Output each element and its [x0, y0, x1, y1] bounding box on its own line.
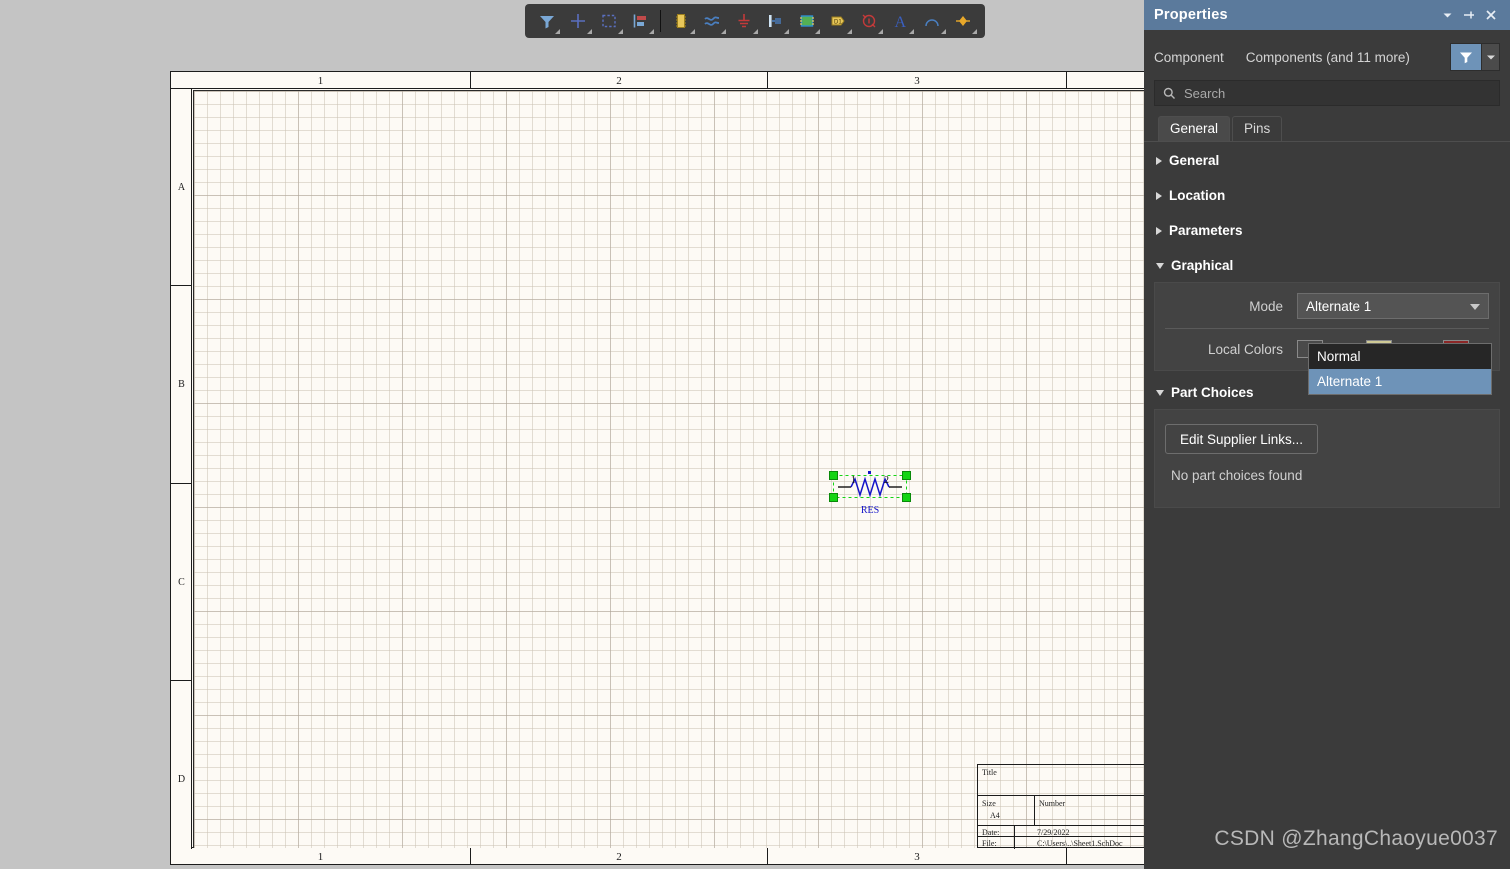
tab-general[interactable]: General — [1158, 116, 1231, 141]
designator-d1-icon-button[interactable]: D1 — [822, 6, 853, 36]
title-block-date-value: 7/29/2022 — [1037, 828, 1070, 837]
title-block-file-label: File: — [982, 839, 997, 848]
tab-pins[interactable]: Pins — [1232, 116, 1283, 141]
pin-number-2: 2 — [884, 475, 889, 486]
sheet-title-block[interactable]: Title Size A4 Number Date: 7/29/2022 Fil… — [977, 764, 1144, 849]
chevron-down-icon — [1470, 304, 1480, 310]
search-input[interactable]: Search — [1154, 80, 1500, 106]
title-block-title-label: Title — [982, 768, 997, 777]
mode-field-row: Mode Alternate 1 — [1165, 293, 1489, 319]
ruler-col-bottom-2: 2 — [471, 848, 768, 864]
selection-handle-top-left[interactable] — [829, 471, 838, 480]
search-placeholder: Search — [1184, 85, 1226, 101]
component-designator: RES — [860, 505, 880, 516]
close-icon[interactable] — [1480, 4, 1502, 26]
no-part-choices-note: No part choices found — [1171, 468, 1303, 483]
chevron-down-icon — [1156, 389, 1164, 396]
schematic-canvas[interactable]: 1 2 RES Title Size A4 Number Date: 7/29/… — [193, 90, 1144, 849]
ruler-left: A B C D — [171, 89, 192, 849]
panel-tabs: General Pins — [1144, 106, 1510, 142]
object-type-label: Component — [1154, 49, 1224, 65]
wires-icon-button[interactable] — [697, 6, 728, 36]
filter-funnel-icon-button[interactable] — [1450, 43, 1482, 71]
ruler-bottom: 1 2 3 — [171, 847, 1144, 864]
component-chip-icon-button[interactable] — [665, 6, 696, 36]
chevron-right-icon — [1156, 226, 1162, 235]
chevron-right-icon — [1156, 156, 1162, 165]
section-header-parameters[interactable]: Parameters — [1144, 212, 1510, 247]
crosshair-icon-button[interactable] — [562, 6, 593, 36]
dashed-rectangle-icon-button[interactable] — [594, 6, 625, 36]
object-selection-label: Components (and 11 more) — [1245, 49, 1410, 65]
svg-text:D1: D1 — [834, 20, 842, 26]
ruler-col-3: 3 — [768, 72, 1067, 89]
arc-icon-button[interactable] — [916, 6, 947, 36]
no-erc-icon-button[interactable] — [854, 6, 885, 36]
text-a-icon-button[interactable]: A — [885, 6, 916, 36]
filter-funnel-icon-button[interactable] — [531, 6, 562, 36]
section-header-general[interactable]: General — [1144, 142, 1510, 177]
ruler-col-bottom-1: 1 — [171, 848, 471, 864]
section-header-location[interactable]: Location — [1144, 177, 1510, 212]
panel-title-bar: Properties — [1144, 0, 1510, 30]
selection-handle-top-right[interactable] — [902, 471, 911, 480]
watermark-text: CSDN @ZhangChaoyue0037 — [1214, 827, 1498, 850]
svg-text:A: A — [894, 14, 906, 30]
application-window: D1 A 1 2 3 1 2 3 A B C D 1 2 RES Title S… — [0, 0, 1510, 869]
ruler-row-d: D — [177, 774, 186, 785]
selection-handle-bottom-left[interactable] — [829, 493, 838, 502]
chevron-down-icon — [1156, 262, 1164, 269]
ruler-row-c: C — [171, 484, 192, 681]
filter-dropdown-button[interactable] — [1482, 43, 1500, 71]
polygon-node-icon-button[interactable] — [948, 6, 979, 36]
section-label-parameters: Parameters — [1169, 223, 1243, 238]
title-block-date-label: Date: — [982, 828, 1000, 837]
align-icon-button[interactable] — [625, 6, 656, 36]
pin-panel-icon[interactable] — [1458, 4, 1480, 26]
edit-supplier-links-button[interactable]: Edit Supplier Links... — [1165, 424, 1319, 454]
mode-selected-value: Alternate 1 — [1306, 298, 1372, 314]
chevron-down-icon[interactable] — [1436, 4, 1458, 26]
mode-option-alternate-1[interactable]: Alternate 1 — [1309, 369, 1491, 394]
divider — [1165, 328, 1489, 329]
ruler-row-a: A — [171, 89, 192, 286]
ruler-col-1: 1 — [171, 72, 471, 89]
schematic-sheet[interactable]: 1 2 3 1 2 3 A B C D 1 2 RES Title Size A… — [170, 71, 1145, 865]
panel-object-header: Component Components (and 11 more) — [1144, 30, 1510, 74]
title-block-size-value: A4 — [990, 811, 1000, 820]
toolbar-divider — [660, 10, 662, 32]
ruler-col-2: 2 — [471, 72, 768, 89]
mode-label: Mode — [1249, 298, 1283, 314]
selection-handle-bottom-right[interactable] — [902, 493, 911, 502]
section-label-graphical: Graphical — [1171, 258, 1234, 273]
section-header-graphical[interactable]: Graphical — [1144, 247, 1510, 282]
ruler-top: 1 2 3 — [171, 72, 1144, 89]
chevron-right-icon — [1156, 191, 1162, 200]
ruler-col-4 — [1067, 72, 1144, 89]
ground-icon-button[interactable] — [728, 6, 759, 36]
sheet-symbol-icon-button[interactable] — [791, 6, 822, 36]
title-block-file-value: C:\Users\..\Sheet1.SchDoc — [1037, 839, 1123, 848]
search-icon — [1163, 87, 1175, 99]
title-block-number-label: Number — [1039, 799, 1066, 808]
section-body-part-choices: Edit Supplier Links... No part choices f… — [1154, 409, 1500, 508]
section-label-general: General — [1169, 153, 1220, 168]
port-pin-icon-button[interactable] — [760, 6, 791, 36]
component-resistor[interactable]: 1 2 RES — [829, 471, 911, 519]
mode-dropdown-list[interactable]: Normal Alternate 1 — [1308, 343, 1492, 395]
mode-option-normal[interactable]: Normal — [1309, 344, 1491, 369]
local-colors-label: Local Colors — [1207, 341, 1283, 357]
section-label-part-choices: Part Choices — [1171, 385, 1254, 400]
ruler-col-bottom-3: 3 — [768, 848, 1067, 864]
title-block-size-label: Size — [982, 799, 996, 808]
ruler-col-bottom-4 — [1067, 848, 1144, 864]
panel-search-row: Search — [1144, 74, 1510, 106]
mode-select[interactable]: Alternate 1 — [1297, 293, 1489, 319]
pin-number-1: 1 — [851, 475, 856, 486]
properties-panel: Properties Component Components (and 11 … — [1144, 0, 1510, 869]
ruler-row-b: B — [171, 286, 192, 484]
section-label-location: Location — [1169, 188, 1226, 203]
page-title: Properties — [1154, 7, 1228, 23]
schematic-drawing-toolbar: D1 A — [525, 4, 985, 38]
